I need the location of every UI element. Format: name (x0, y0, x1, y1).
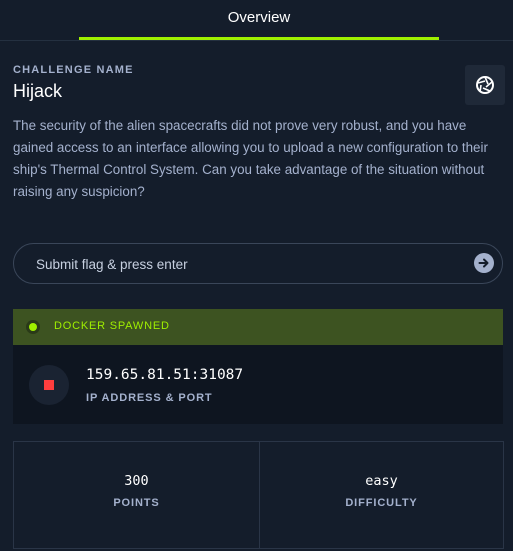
difficulty-value: easy (365, 473, 398, 489)
difficulty-label: DIFFICULTY (345, 497, 418, 509)
ip-address-label: IP ADDRESS & PORT (86, 392, 213, 404)
flag-submit-button[interactable] (474, 253, 494, 273)
ip-address-value[interactable]: 159.65.81.51:31087 (86, 367, 243, 383)
active-tab-indicator (79, 37, 439, 40)
status-dot-icon (26, 320, 40, 334)
tab-overview[interactable]: Overview (79, 0, 439, 40)
tab-bar: Overview (0, 0, 513, 41)
challenge-title: Hijack (13, 81, 63, 101)
challenge-action-button[interactable] (465, 65, 505, 105)
challenge-stats: 300 POINTS easy DIFFICULTY (13, 441, 504, 549)
flag-input[interactable] (34, 244, 468, 285)
challenge-description: The security of the alien spacecrafts di… (13, 118, 488, 199)
docker-status-label: DOCKER SPAWNED (54, 320, 170, 332)
docker-status-bar: DOCKER SPAWNED (13, 309, 503, 345)
points-stat: 300 POINTS (14, 442, 260, 548)
stop-instance-button[interactable] (29, 365, 69, 405)
points-label: POINTS (113, 497, 160, 509)
arrow-right-circle-icon (478, 258, 489, 268)
difficulty-stat: easy DIFFICULTY (260, 442, 503, 548)
tab-overview-label: Overview (227, 9, 291, 26)
challenge-name-label: CHALLENGE NAME (13, 64, 134, 76)
flag-submit-box (13, 243, 503, 285)
aperture-icon (476, 76, 494, 94)
docker-instance-panel: 159.65.81.51:31087 IP ADDRESS & PORT (13, 345, 503, 424)
points-value: 300 (124, 473, 149, 489)
